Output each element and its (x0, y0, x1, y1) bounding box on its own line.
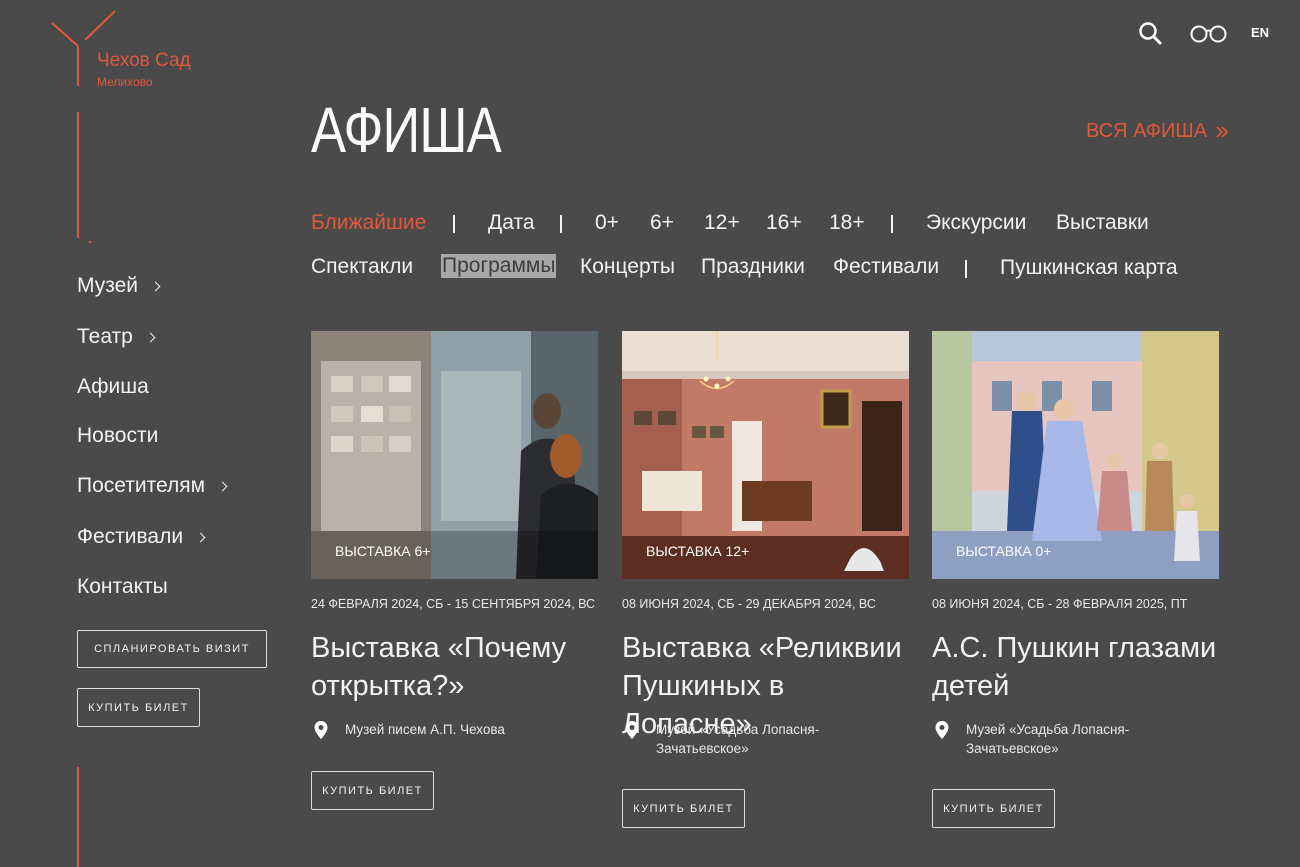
menu-item-afisha[interactable]: Афиша (77, 375, 149, 399)
filter-age-6[interactable]: 6+ (650, 211, 674, 235)
event-card: ВЫСТАВКА 12+ 08 ИЮНЯ 2024, СБ - 29 ДЕКАБ… (622, 331, 909, 828)
event-title[interactable]: Выставка «Почему открытка?» (311, 629, 601, 705)
menu-item-theatre[interactable]: Театр (77, 325, 156, 349)
filter-age-0[interactable]: 0+ (595, 211, 619, 235)
filter-exhibitions[interactable]: Выставки (1056, 211, 1149, 235)
menu-item-label: Театр (77, 325, 133, 348)
event-title[interactable]: А.С. Пушкин глазами детей (932, 629, 1222, 705)
menu-item-label: Фестивали (77, 525, 184, 548)
menu-item-label: Новости (77, 424, 159, 447)
event-image[interactable]: ВЫСТАВКА 6+ (311, 331, 598, 579)
decor-line-bottom (77, 767, 79, 867)
filter-separator (560, 215, 562, 233)
language-switch[interactable]: EN (1251, 25, 1269, 40)
filter-age-16[interactable]: 16+ (766, 211, 802, 235)
filter-holidays[interactable]: Праздники (701, 255, 805, 279)
location-pin-icon (625, 721, 639, 739)
filter-performances[interactable]: Спектакли (311, 255, 413, 279)
event-date: 08 ИЮНЯ 2024, СБ - 28 ФЕВРАЛЯ 2025, ПТ (932, 597, 1188, 611)
chevron-right-icon (145, 332, 156, 342)
all-events-link[interactable]: ВСЯ АФИША (1086, 120, 1229, 143)
filter-nearest[interactable]: Ближайшие (311, 211, 426, 235)
filter-excursions[interactable]: Экскурсии (926, 211, 1026, 235)
event-badge: ВЫСТАВКА 12+ (646, 543, 750, 559)
chevron-right-icon (217, 481, 228, 491)
event-place: Музей писем А.П. Чехова (311, 720, 505, 740)
menu-item-festivals[interactable]: Фестивали (77, 525, 206, 549)
page-title: АФИША (311, 94, 502, 166)
logo-title: Чехов Сад (97, 50, 191, 71)
event-place-label: Музей писем А.П. Чехова (345, 722, 505, 737)
event-image[interactable]: ВЫСТАВКА 0+ (932, 331, 1219, 579)
event-place-label: Музей «Усадьба Лопасня-Зачатьевское» (656, 722, 820, 756)
double-chevron-right-icon (1216, 125, 1229, 138)
plan-visit-button[interactable]: СПЛАНИРОВАТЬ ВИЗИТ (77, 630, 267, 668)
event-buy-ticket-button[interactable]: КУПИТЬ БИЛЕТ (932, 789, 1055, 828)
menu-item-label: Контакты (77, 575, 168, 598)
chevron-right-icon (150, 281, 161, 291)
event-card: ВЫСТАВКА 0+ 08 ИЮНЯ 2024, СБ - 28 ФЕВРАЛ… (932, 331, 1219, 828)
filter-separator (891, 215, 893, 233)
chevron-right-icon (195, 532, 206, 542)
menu-item-label: Афиша (77, 375, 149, 398)
event-buy-ticket-button[interactable]: КУПИТЬ БИЛЕТ (622, 789, 745, 828)
filter-date[interactable]: Дата (488, 211, 535, 235)
event-buy-ticket-button[interactable]: КУПИТЬ БИЛЕТ (311, 771, 434, 810)
glasses-icon[interactable] (1189, 24, 1229, 49)
event-place-label: Музей «Усадьба Лопасня-Зачатьевское» (966, 722, 1130, 756)
location-pin-icon (935, 721, 949, 739)
event-date: 24 ФЕВРАЛЯ 2024, СБ - 15 СЕНТЯБРЯ 2024, … (311, 597, 596, 611)
filter-programs[interactable]: Программы (441, 254, 557, 278)
filter-separator (453, 215, 455, 233)
event-date: 08 ИЮНЯ 2024, СБ - 29 ДЕКАБРЯ 2024, ВС (622, 597, 876, 611)
menu-item-label: Посетителям (77, 474, 206, 497)
filter-age-18[interactable]: 18+ (829, 211, 865, 235)
filter-festivals[interactable]: Фестивали (833, 255, 939, 279)
decor-line-top (77, 112, 79, 238)
menu-item-contacts[interactable]: Контакты (77, 575, 168, 599)
filter-age-12[interactable]: 12+ (704, 211, 740, 235)
search-icon[interactable] (1138, 21, 1164, 52)
menu-item-news[interactable]: Новости (77, 424, 158, 448)
menu-item-label: Музей (77, 274, 139, 297)
menu-item-museum[interactable]: Музей (77, 274, 161, 298)
buy-ticket-button[interactable]: КУПИТЬ БИЛЕТ (77, 688, 200, 727)
logo-subtitle: Мелихово (97, 75, 153, 89)
filter-concerts[interactable]: Концерты (580, 255, 675, 279)
filter-pushkin-card[interactable]: Пушкинская карта (1000, 256, 1178, 280)
event-place: Музей «Усадьба Лопасня-Зачатьевское» (622, 720, 846, 758)
event-card: ВЫСТАВКА 6+ 24 ФЕВРАЛЯ 2024, СБ - 15 СЕН… (311, 331, 598, 810)
decor-dot (89, 241, 91, 243)
location-pin-icon (314, 721, 328, 739)
menu-item-visitors[interactable]: Посетителям (77, 474, 228, 498)
logo-link[interactable]: Чехов Сад Мелихово (48, 10, 208, 95)
event-place: Музей «Усадьба Лопасня-Зачатьевское» (932, 720, 1156, 758)
all-events-label: ВСЯ АФИША (1086, 120, 1208, 142)
event-badge: ВЫСТАВКА 0+ (956, 543, 1052, 559)
filter-separator (965, 260, 967, 278)
event-badge: ВЫСТАВКА 6+ (335, 543, 431, 559)
event-image[interactable]: ВЫСТАВКА 12+ (622, 331, 909, 579)
